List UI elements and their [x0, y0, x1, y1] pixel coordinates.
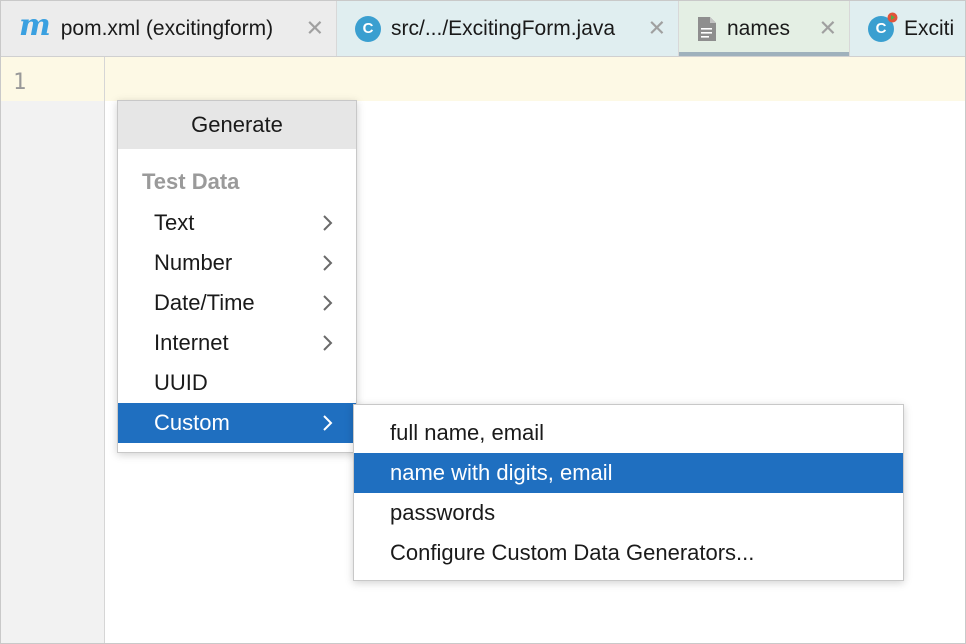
java-class-icon: C [355, 15, 381, 42]
submenu-item-label: Configure Custom Data Generators... [390, 540, 755, 565]
chevron-right-icon [323, 335, 333, 351]
tab-label: Exciti [904, 16, 955, 40]
tab-names[interactable]: names ✕ [679, 1, 850, 56]
menu-item-label: Date/Time [154, 290, 255, 315]
menu-item-custom[interactable]: Custom [118, 403, 356, 443]
line-number-gutter: 1 [1, 57, 105, 643]
submenu-item-label: passwords [390, 500, 496, 525]
chevron-right-icon [323, 415, 333, 431]
close-icon[interactable]: ✕ [648, 15, 666, 41]
submenu-item-label: name with digits, email [390, 460, 613, 485]
menu-item-number[interactable]: Number [118, 243, 356, 283]
tab-label: src/.../ExcitingForm.java [391, 16, 616, 40]
menu-item-label: Text [154, 210, 195, 235]
run-badge-icon [887, 12, 898, 22]
menu-item-label: Number [154, 250, 233, 275]
chevron-right-icon [323, 215, 333, 231]
submenu-item-label: full name, email [390, 420, 545, 445]
editor-tab-bar: m pom.xml (excitingform) ✕ C src/.../Exc… [1, 1, 965, 57]
tab-exciting-form-java[interactable]: C src/.../ExcitingForm.java ✕ [337, 1, 679, 56]
tab-exciting-form-run[interactable]: C Exciti [850, 1, 965, 56]
menu-item-uuid[interactable]: UUID [118, 363, 356, 403]
java-class-run-icon: C [868, 12, 898, 42]
chevron-right-icon [323, 255, 333, 271]
maven-icon: m [19, 7, 51, 43]
chevron-right-icon [323, 295, 333, 311]
tab-label: names [727, 16, 791, 40]
menu-item-date-time[interactable]: Date/Time [118, 283, 356, 323]
close-icon[interactable]: ✕ [306, 15, 324, 41]
section-label-test-data: Test Data [142, 169, 240, 194]
tab-label: pom.xml (excitingform) [60, 16, 274, 40]
menu-item-text[interactable]: Text [118, 203, 356, 243]
ide-window: m pom.xml (excitingform) ✕ C src/.../Exc… [0, 0, 966, 644]
menu-item-label: Custom [154, 410, 230, 435]
text-file-icon [698, 16, 716, 41]
tab-pom-xml[interactable]: m pom.xml (excitingform) ✕ [1, 1, 337, 56]
current-line-highlight[interactable] [105, 57, 965, 101]
submenu-item-full-name-email[interactable]: full name, email [354, 413, 903, 453]
line-number: 1 [13, 70, 27, 95]
generate-popup: Generate Test Data Text Number Date/Time… [117, 100, 357, 453]
menu-item-label: Internet [154, 330, 229, 355]
menu-item-label: UUID [154, 370, 208, 395]
submenu-item-name-with-digits-email[interactable]: name with digits, email [354, 453, 903, 493]
menu-item-internet[interactable]: Internet [118, 323, 356, 363]
custom-submenu: full name, email name with digits, email… [353, 404, 904, 581]
popup-title: Generate [118, 101, 356, 149]
submenu-item-passwords[interactable]: passwords [354, 493, 903, 533]
close-icon[interactable]: ✕ [819, 15, 837, 41]
java-class-glyph: C [875, 20, 887, 37]
submenu-item-configure-generators[interactable]: Configure Custom Data Generators... [354, 533, 903, 573]
